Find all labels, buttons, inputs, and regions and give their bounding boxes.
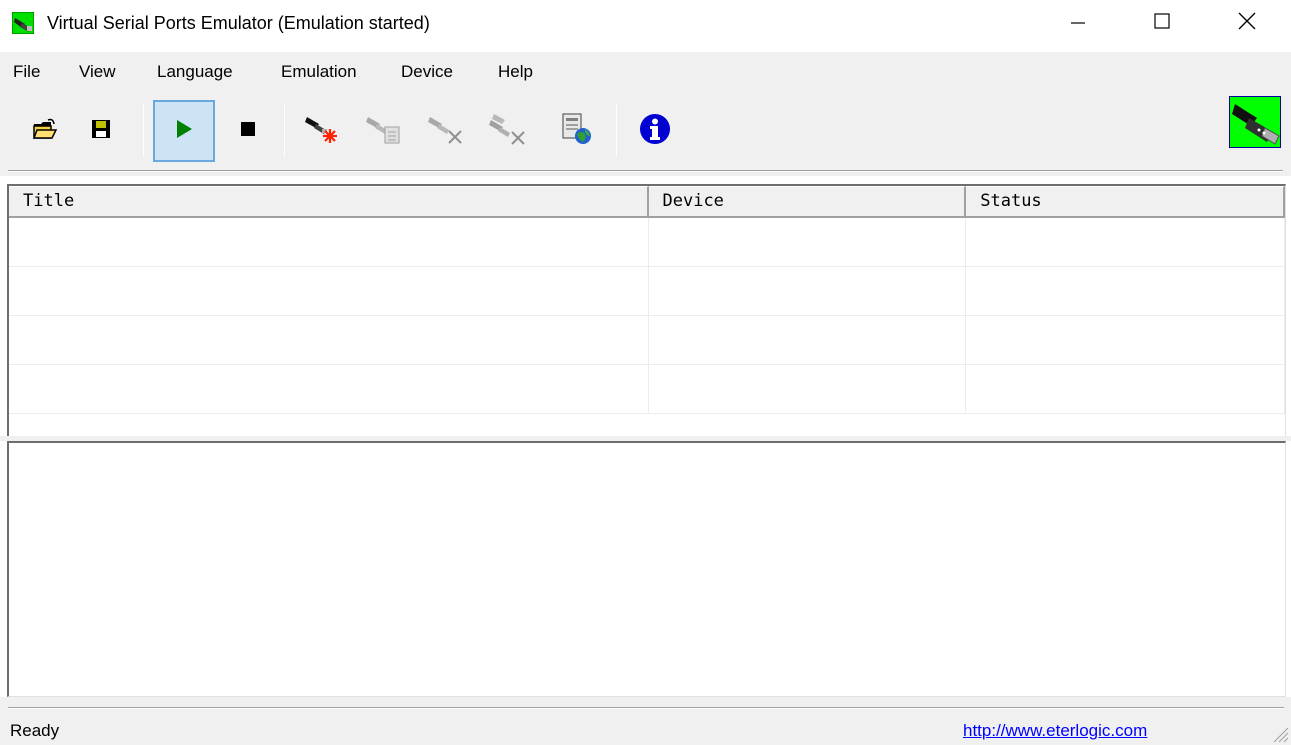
toolbar-separator	[143, 104, 144, 156]
minimize-button[interactable]	[1055, 0, 1101, 46]
network-settings-button[interactable]	[545, 100, 607, 162]
save-button[interactable]	[70, 100, 132, 162]
delete-all-devices-button[interactable]	[476, 100, 538, 162]
grid-row	[9, 218, 1285, 267]
toolbar	[0, 92, 1291, 176]
menu-view[interactable]: View	[79, 62, 116, 82]
menu-file[interactable]: File	[13, 62, 40, 82]
delete-device-button[interactable]	[414, 100, 476, 162]
device-list[interactable]: Title Device Status	[7, 184, 1286, 436]
stop-icon	[241, 121, 255, 141]
about-button[interactable]	[624, 100, 686, 162]
serial-port-icon	[11, 11, 35, 35]
delete-all-devices-icon	[488, 112, 526, 151]
menu-bar: File View Language Emulation Device Help	[0, 52, 1291, 92]
delete-device-icon	[427, 113, 463, 150]
status-divider	[8, 707, 1284, 709]
maximize-button[interactable]	[1139, 0, 1185, 46]
title-bar: Virtual Serial Ports Emulator (Emulation…	[0, 0, 1291, 52]
serial-connector-logo-icon	[1228, 95, 1282, 149]
window-title: Virtual Serial Ports Emulator (Emulation…	[47, 13, 430, 33]
toolbar-separator	[284, 104, 285, 156]
status-bar: Ready http://www.eterlogic.com	[0, 697, 1291, 745]
close-button[interactable]	[1224, 0, 1270, 46]
grid-row	[9, 365, 1285, 414]
device-list-body	[9, 218, 1285, 414]
log-pane[interactable]	[7, 441, 1286, 697]
resize-grip-icon[interactable]	[1269, 723, 1289, 743]
menu-emulation[interactable]: Emulation	[281, 62, 357, 82]
menu-language[interactable]: Language	[157, 62, 233, 82]
menu-device[interactable]: Device	[401, 62, 453, 82]
grid-row	[9, 267, 1285, 316]
column-header-status[interactable]: Status	[966, 186, 1285, 218]
column-header-device[interactable]: Device	[648, 186, 967, 218]
open-button[interactable]	[14, 100, 76, 162]
start-emulation-button[interactable]	[153, 100, 215, 162]
network-settings-icon	[559, 112, 593, 151]
menu-help[interactable]: Help	[498, 62, 533, 82]
new-device-icon	[304, 113, 338, 150]
stop-emulation-button[interactable]	[217, 100, 279, 162]
toolbar-divider	[8, 170, 1283, 172]
info-icon	[639, 113, 671, 150]
new-device-button[interactable]	[290, 100, 352, 162]
toolbar-separator	[616, 104, 617, 156]
grid-row	[9, 316, 1285, 365]
save-icon	[91, 119, 111, 144]
device-properties-button[interactable]	[352, 100, 414, 162]
maximize-icon	[1154, 12, 1170, 34]
status-text: Ready	[10, 721, 60, 740]
play-icon	[175, 119, 193, 144]
device-properties-icon	[365, 113, 401, 150]
column-header-title[interactable]: Title	[9, 186, 649, 218]
minimize-icon	[1070, 13, 1086, 34]
device-list-header: Title Device Status	[9, 186, 1285, 218]
close-icon	[1238, 12, 1256, 35]
website-link[interactable]: http://www.eterlogic.com	[963, 721, 1147, 741]
open-folder-icon	[32, 118, 58, 145]
